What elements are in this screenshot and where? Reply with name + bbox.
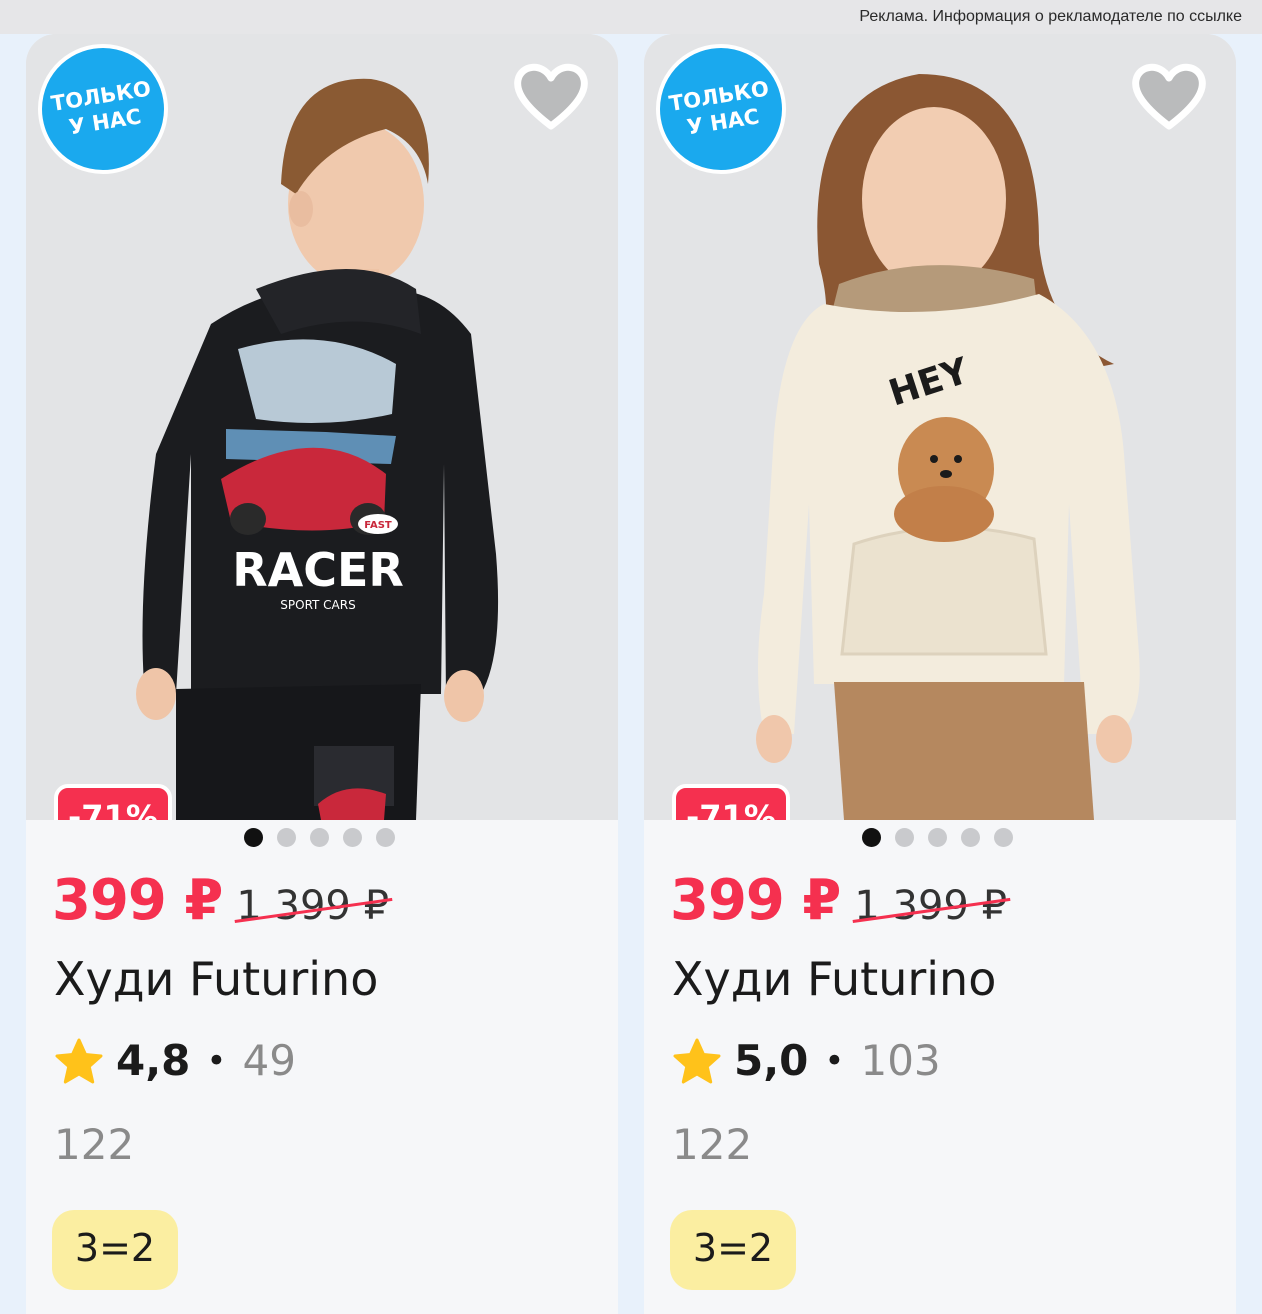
print-text: RACER bbox=[232, 543, 404, 597]
old-price: 1 399 ₽ bbox=[236, 883, 390, 929]
current-price: 399 ₽ bbox=[670, 868, 841, 933]
reviews-count[interactable]: 103 bbox=[860, 1036, 940, 1085]
image-carousel-dots[interactable] bbox=[244, 828, 395, 847]
rating-separator: • bbox=[824, 1040, 845, 1081]
rating-value: 4,8 bbox=[116, 1036, 191, 1085]
product-info: 399 ₽ 1 399 ₽ Худи Futurino 5,0 • 103 12… bbox=[644, 820, 1236, 1314]
carousel-dot[interactable] bbox=[376, 828, 395, 847]
print-subtext: SPORT CARS bbox=[280, 598, 355, 612]
carousel-dot[interactable] bbox=[895, 828, 914, 847]
rating-separator: • bbox=[206, 1040, 227, 1081]
current-price: 399 ₽ bbox=[52, 868, 223, 933]
promo-badge: 3=2 bbox=[52, 1210, 178, 1290]
product-photo[interactable]: HEY ТОЛЬКО У НАС -71% bbox=[644, 34, 1236, 850]
heart-outline-icon[interactable] bbox=[512, 60, 590, 132]
size-label: 122 bbox=[54, 1120, 135, 1169]
product-info: 399 ₽ 1 399 ₽ Худи Futurino 4,8 • 49 122… bbox=[26, 820, 618, 1314]
carousel-dot[interactable] bbox=[310, 828, 329, 847]
ad-notice-link[interactable]: Реклама. Информация о рекламодателе по с… bbox=[859, 8, 1242, 26]
rating-row: 5,0 • 103 bbox=[672, 1036, 941, 1085]
price-row: 399 ₽ 1 399 ₽ bbox=[52, 868, 389, 933]
rating-value: 5,0 bbox=[734, 1036, 809, 1085]
old-price: 1 399 ₽ bbox=[854, 883, 1008, 929]
product-card[interactable]: RACER SPORT CARS FAST ТОЛЬКО У НАС -71% … bbox=[26, 34, 618, 1314]
print-tag: FAST bbox=[364, 520, 392, 531]
image-carousel-dots[interactable] bbox=[862, 828, 1013, 847]
carousel-dot[interactable] bbox=[244, 828, 263, 847]
product-title[interactable]: Худи Futurino bbox=[54, 952, 378, 1006]
product-title[interactable]: Худи Futurino bbox=[672, 952, 996, 1006]
reviews-count[interactable]: 49 bbox=[242, 1036, 295, 1085]
rating-row: 4,8 • 49 bbox=[54, 1036, 296, 1085]
promo-badge: 3=2 bbox=[670, 1210, 796, 1290]
ad-bar: Реклама. Информация о рекламодателе по с… bbox=[0, 0, 1262, 34]
star-icon bbox=[673, 1038, 721, 1083]
carousel-dot[interactable] bbox=[277, 828, 296, 847]
price-row: 399 ₽ 1 399 ₽ bbox=[670, 868, 1007, 933]
carousel-dot[interactable] bbox=[343, 828, 362, 847]
carousel-dot[interactable] bbox=[862, 828, 881, 847]
star-icon bbox=[55, 1038, 103, 1083]
product-photo[interactable]: RACER SPORT CARS FAST ТОЛЬКО У НАС -71% bbox=[26, 34, 618, 850]
carousel-dot[interactable] bbox=[928, 828, 947, 847]
size-label: 122 bbox=[672, 1120, 753, 1169]
product-card[interactable]: HEY ТОЛЬКО У НАС -71% 399 ₽ 1 399 ₽ Худи… bbox=[644, 34, 1236, 1314]
heart-outline-icon[interactable] bbox=[1130, 60, 1208, 132]
carousel-dot[interactable] bbox=[994, 828, 1013, 847]
carousel-dot[interactable] bbox=[961, 828, 980, 847]
